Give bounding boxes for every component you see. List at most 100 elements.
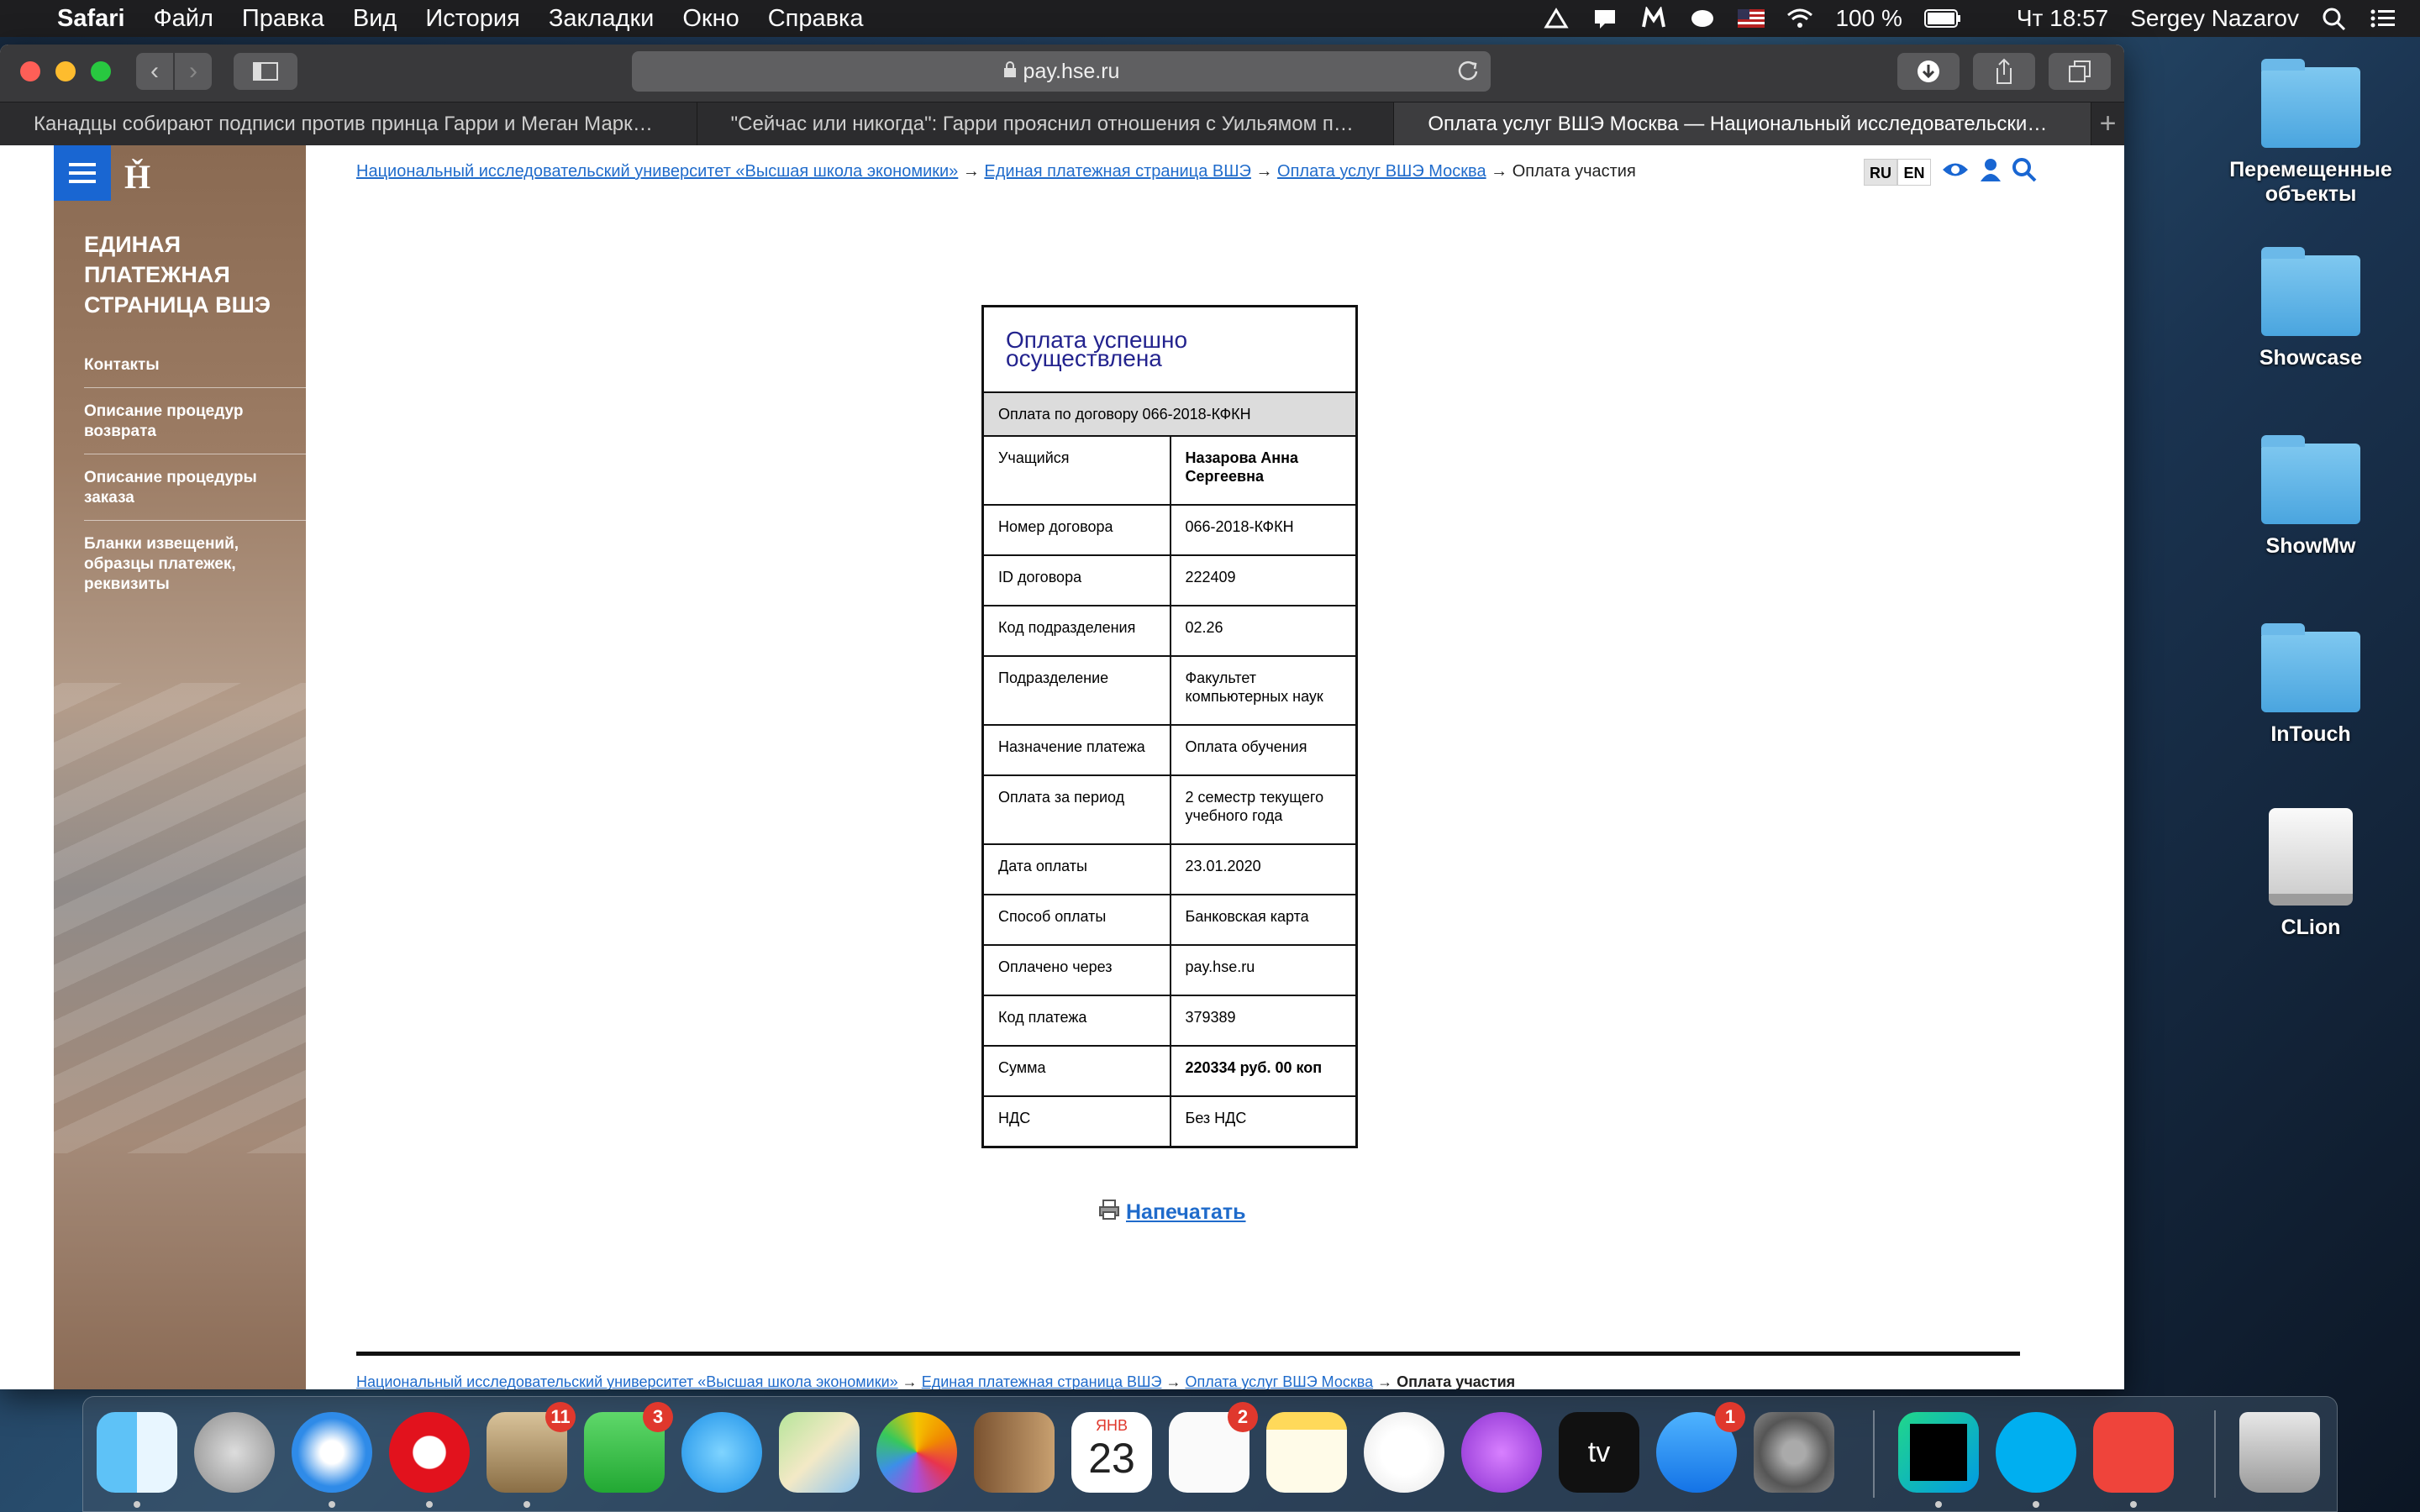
chevron-right-icon: › xyxy=(311,354,316,370)
dock-itunes-icon[interactable] xyxy=(1364,1412,1444,1493)
sidebar-item-contacts[interactable]: Контакты › xyxy=(84,354,329,388)
dock-facetime-icon[interactable]: 3 xyxy=(584,1402,673,1493)
user-name[interactable]: Sergey Nazarov xyxy=(2130,5,2299,32)
desktop-item-clion[interactable]: CLion xyxy=(2210,808,2412,940)
receipt-title: Оплата успешно осуществлена xyxy=(981,305,1358,393)
battery-icon[interactable] xyxy=(1923,7,1961,30)
table-row: Оплата за период 2 семестр текущего учебн… xyxy=(981,774,1358,845)
downloads-button[interactable] xyxy=(1897,53,1960,90)
appletv-label: tv xyxy=(1587,1436,1611,1468)
desktop-item-showmw[interactable]: ShowMw xyxy=(2210,435,2412,559)
tab-news-1[interactable]: Канадцы собирают подписи против принца Г… xyxy=(0,102,697,145)
breadcrumb-link-payment-page[interactable]: Единая платежная страница ВШЭ xyxy=(922,1373,1162,1389)
breadcrumb-link-hse[interactable]: Национальный исследовательский университ… xyxy=(356,1373,898,1389)
accessibility-eye-icon[interactable] xyxy=(1941,160,1970,183)
dock-appstore-icon[interactable]: 1 xyxy=(1656,1402,1745,1493)
notification-icon[interactable] xyxy=(1591,7,1618,30)
menu-edit[interactable]: Правка xyxy=(242,5,324,33)
desktop-item-label: Showcase xyxy=(2259,346,2363,370)
malwarebytes-icon[interactable] xyxy=(1640,5,1667,30)
elephant-icon[interactable] xyxy=(1689,7,1716,30)
breadcrumb-link-payment-page[interactable]: Единая платежная страница ВШЭ xyxy=(984,162,1251,181)
breadcrumb-link-moscow[interactable]: Оплата услуг ВШЭ Москва xyxy=(1185,1373,1373,1389)
dock-skype-icon[interactable] xyxy=(1996,1412,2076,1508)
sidebar-item-forms[interactable]: Бланки извещений, образцы платежек, рекв… xyxy=(84,533,329,606)
reminders-badge: 2 xyxy=(1228,1402,1258,1432)
us-flag-icon[interactable] xyxy=(1738,7,1765,30)
dock-reminders-icon[interactable]: 2 xyxy=(1169,1402,1258,1493)
minimize-window-button[interactable] xyxy=(55,61,76,81)
menu-bookmarks[interactable]: Закладки xyxy=(549,5,655,33)
hamburger-menu-icon[interactable] xyxy=(54,145,111,201)
sidebar-item-refunds[interactable]: Описание процедур возврата › xyxy=(84,400,329,454)
breadcrumb-link-hse[interactable]: Национальный исследовательский университ… xyxy=(356,162,958,181)
dock-opera-icon[interactable] xyxy=(389,1412,470,1508)
lang-en-button[interactable]: EN xyxy=(1897,158,1931,186)
dock-finder-icon[interactable] xyxy=(97,1412,177,1508)
facetime-badge: 3 xyxy=(643,1402,673,1432)
sidebar-item-order[interactable]: Описание процедуры заказа › xyxy=(84,466,329,521)
dock-trash-icon[interactable] xyxy=(2239,1412,2320,1493)
address-bar[interactable]: pay.hse.ru xyxy=(632,51,1491,92)
dock-clion-icon[interactable] xyxy=(1898,1412,1979,1508)
tab-hse-payment[interactable]: Оплата услуг ВШЭ Москва — Национальный и… xyxy=(1394,102,2091,145)
tab-news-2[interactable]: "Сейчас или никогда": Гарри прояснил отн… xyxy=(697,102,1395,145)
running-indicator xyxy=(426,1501,433,1508)
dock-photos-icon[interactable] xyxy=(876,1412,957,1493)
clock[interactable]: Чт 18:57 xyxy=(2017,5,2108,32)
dock-anydesk-icon[interactable] xyxy=(2093,1412,2174,1508)
menu-app-name[interactable]: Safari xyxy=(57,5,125,33)
spotlight-search-icon[interactable] xyxy=(2321,7,2348,31)
row-label: Учащийся xyxy=(981,435,1171,506)
breadcrumb-separator: → xyxy=(1486,162,1512,181)
user-icon[interactable] xyxy=(1980,158,2002,186)
share-button[interactable] xyxy=(1973,53,2035,90)
tab-overview-button[interactable] xyxy=(2049,53,2111,90)
reload-icon[interactable] xyxy=(1455,58,1481,89)
desktop-item-moved-objects[interactable]: Перемещенные объекты xyxy=(2210,59,2412,207)
notification-center-icon[interactable] xyxy=(2370,7,2396,30)
appstore-badge: 1 xyxy=(1715,1402,1745,1432)
hse-logo[interactable]: Ȟ xyxy=(124,157,150,197)
row-value: Назарова Анна Сергеевна xyxy=(1169,435,1358,506)
dock-mail-icon[interactable]: 11 xyxy=(487,1402,576,1508)
dock-separator xyxy=(1873,1410,1875,1498)
forward-button[interactable]: › xyxy=(175,53,212,90)
menu-view[interactable]: Вид xyxy=(353,5,397,33)
print-link[interactable]: Напечатать xyxy=(1099,1200,1246,1226)
sidebar-title: Единая платежная страница ВШЭ xyxy=(84,232,271,318)
dock-notes-icon[interactable] xyxy=(1266,1412,1347,1493)
back-button[interactable]: ‹ xyxy=(136,53,173,90)
dock-podcasts-icon[interactable] xyxy=(1461,1412,1542,1493)
dock-appletv-icon[interactable]: tv xyxy=(1559,1412,1639,1493)
new-tab-button[interactable]: + xyxy=(2091,102,2124,145)
zoom-window-button[interactable] xyxy=(91,61,111,81)
wifi-icon[interactable] xyxy=(1786,7,1813,30)
breadcrumb-separator: → xyxy=(1373,1373,1397,1389)
table-row: ID договора 222409 xyxy=(981,554,1358,606)
menu-file[interactable]: Файл xyxy=(154,5,213,33)
dock-launchpad-icon[interactable] xyxy=(194,1412,275,1493)
menu-history[interactable]: История xyxy=(425,5,519,33)
receipt-subtitle: Оплата по договору 066-2018-КФКН xyxy=(981,391,1358,437)
safari-window: ‹ › pay.hse.ru Канадцы собирают подписи … xyxy=(0,45,2124,1389)
dock-calendar-icon[interactable]: ЯНВ 23 xyxy=(1071,1412,1152,1493)
menu-help[interactable]: Справка xyxy=(768,5,864,33)
status-app-icon[interactable] xyxy=(1543,7,1570,30)
dock-contacts-icon[interactable] xyxy=(974,1412,1055,1493)
close-window-button[interactable] xyxy=(20,61,40,81)
desktop-item-showcase[interactable]: Showcase xyxy=(2210,247,2412,370)
running-indicator xyxy=(1935,1501,1942,1508)
breadcrumb-separator: → xyxy=(897,1373,922,1389)
dock-safari-icon[interactable] xyxy=(292,1412,372,1508)
dock-maps-icon[interactable] xyxy=(779,1412,860,1493)
breadcrumb-link-moscow[interactable]: Оплата услуг ВШЭ Москва xyxy=(1277,162,1486,181)
dock-system-preferences-icon[interactable] xyxy=(1754,1412,1834,1493)
search-icon[interactable] xyxy=(2012,157,2037,186)
row-value: 2 семестр текущего учебного года xyxy=(1169,774,1358,845)
lang-ru-button[interactable]: RU xyxy=(1864,158,1897,186)
sidebar-toggle-button[interactable] xyxy=(234,53,297,90)
dock-messages-icon[interactable] xyxy=(681,1412,762,1493)
desktop-item-intouch[interactable]: InTouch xyxy=(2210,623,2412,747)
menu-window[interactable]: Окно xyxy=(682,5,739,33)
